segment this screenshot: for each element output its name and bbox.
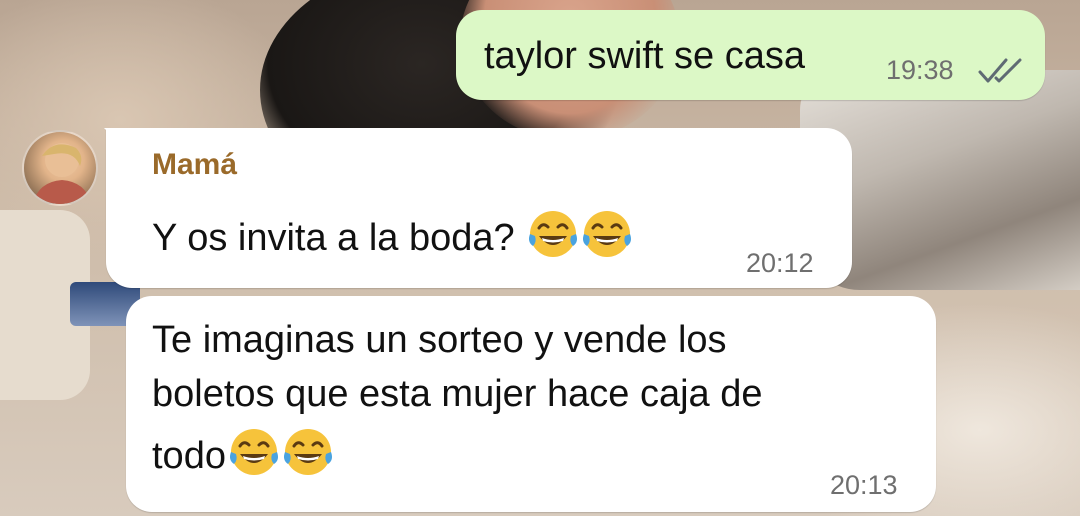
message-bubble-incoming[interactable]: Mamá Y os invita a la boda? 20:12 [106,128,852,288]
message-line: boletos que esta mujer hace caja de [152,373,763,415]
message-bubble-incoming[interactable]: Te imaginas un sorteo y vende los boleto… [126,296,936,512]
message-time: 20:12 [746,248,814,278]
message-text: todo [152,426,334,482]
message-text: Y os invita a la boda? [152,208,633,264]
face-with-tears-of-joy-icon [583,211,632,257]
message-bubble-outgoing[interactable]: taylor swift se casa 19:38 [456,10,1045,100]
message-line: Te imaginas un sorteo y vende los [152,319,727,361]
face-with-tears-of-joy-icon [229,429,278,475]
message-time: 20:13 [830,470,898,500]
double-check-icon [976,56,1026,86]
message-text: taylor swift se casa [484,35,805,77]
face-with-tears-of-joy-icon [529,211,578,257]
message-text-content: Y os invita a la boda? [152,217,515,259]
message-line: todo [152,435,226,477]
contact-avatar[interactable] [22,130,98,206]
message-time: 19:38 [886,55,954,85]
face-with-tears-of-joy-icon [283,429,332,475]
sender-name: Mamá [152,148,238,181]
